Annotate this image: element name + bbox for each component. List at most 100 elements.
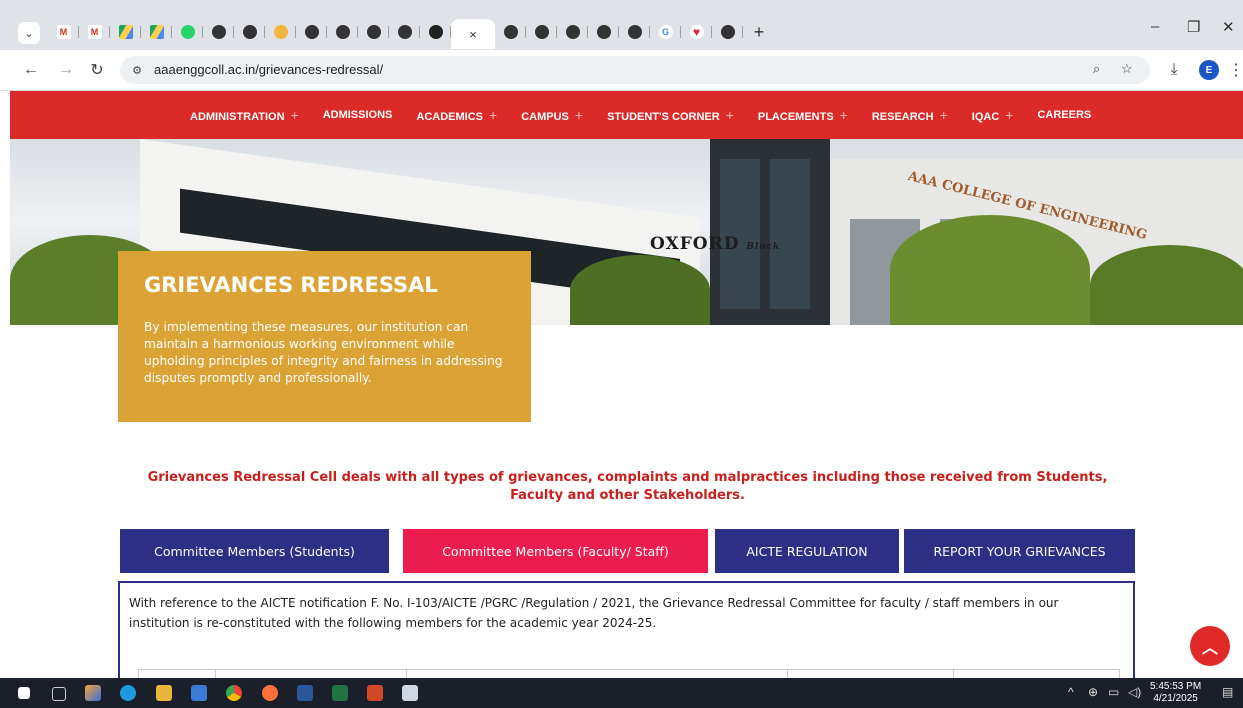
- intro-statement: Grievances Redressal Cell deals with all…: [147, 470, 1108, 503]
- emoji-icon: [273, 25, 288, 39]
- nav-item-label: ACADEMICS: [416, 111, 484, 123]
- nav-item-admissions[interactable]: ADMISSIONS: [323, 109, 393, 121]
- windows-start-icon[interactable]: [18, 687, 30, 699]
- browser-tab[interactable]: [526, 19, 557, 45]
- download-icon[interactable]: ⤓: [1163, 59, 1185, 81]
- oxford-sign-text: OXFORD: [650, 234, 740, 254]
- active-browser-tab[interactable]: ×: [451, 19, 495, 49]
- browser-tab[interactable]: [557, 19, 588, 45]
- site-info-icon[interactable]: ⚙: [128, 61, 146, 79]
- nav-item-iqac[interactable]: IQAC +: [972, 107, 1014, 123]
- notifications-icon[interactable]: ▤: [1222, 685, 1233, 699]
- browser-tab[interactable]: [327, 19, 358, 45]
- reload-icon[interactable]: ↻: [86, 59, 108, 81]
- browser-tab[interactable]: [389, 19, 420, 45]
- expand-plus-icon[interactable]: +: [840, 107, 848, 123]
- chrome-icon[interactable]: [226, 685, 242, 701]
- browser-tab[interactable]: [420, 19, 451, 45]
- browser-tab[interactable]: [296, 19, 327, 45]
- nav-item-student-s-corner[interactable]: STUDENT'S CORNER +: [607, 107, 734, 123]
- tab-search-chevron-down-icon[interactable]: ⌄: [18, 22, 40, 44]
- nav-item-label: CAREERS: [1037, 109, 1092, 121]
- browser-tab[interactable]: [619, 19, 650, 45]
- expand-plus-icon[interactable]: +: [940, 107, 948, 123]
- scroll-to-top-chevron-up-icon[interactable]: ︿: [1190, 626, 1230, 666]
- back-arrow-icon[interactable]: ←: [20, 59, 42, 81]
- window-restore-button[interactable]: ❐: [1187, 18, 1200, 36]
- excel-icon[interactable]: [332, 685, 348, 701]
- url-text[interactable]: aaaenggcoll.ac.in/grievances-redressal/: [154, 62, 383, 77]
- heart-icon: ♥: [689, 25, 704, 39]
- nav-item-research[interactable]: RESEARCH +: [872, 107, 948, 123]
- browser-tab[interactable]: [203, 19, 234, 45]
- nav-item-academics[interactable]: ACADEMICS +: [416, 107, 497, 123]
- tab-committee-faculty-staff[interactable]: Committee Members (Faculty/ Staff): [403, 529, 708, 573]
- browser-tab[interactable]: [141, 19, 172, 45]
- browser-tab[interactable]: [495, 19, 526, 45]
- tab-aicte-regulation[interactable]: AICTE REGULATION: [715, 529, 899, 573]
- nav-item-placements[interactable]: PLACEMENTS +: [758, 107, 848, 123]
- tab-report-grievances[interactable]: REPORT YOUR GRIEVANCES: [904, 529, 1135, 573]
- nav-item-careers[interactable]: CAREERS: [1037, 109, 1091, 121]
- expand-plus-icon[interactable]: +: [575, 107, 583, 123]
- omnibox[interactable]: ⚙ aaaenggcoll.ac.in/grievances-redressal…: [120, 56, 1150, 84]
- openai-icon: [304, 25, 319, 39]
- firefox-icon[interactable]: [262, 685, 278, 701]
- openai-icon: [503, 25, 518, 39]
- nav-item-label: ADMISSIONS: [322, 109, 393, 121]
- openai-icon: [366, 25, 381, 39]
- bookmark-star-icon[interactable]: ☆: [1121, 61, 1133, 77]
- openai-icon: [596, 25, 611, 39]
- openai-icon: [335, 25, 350, 39]
- browser-tab[interactable]: [588, 19, 619, 45]
- tab-label: REPORT YOUR GRIEVANCES: [933, 543, 1106, 559]
- openai-icon: [627, 25, 642, 39]
- language-icon[interactable]: ⊕: [1088, 685, 1098, 699]
- store-icon[interactable]: [191, 685, 207, 701]
- banner-description: By implementing these measures, our inst…: [144, 320, 503, 385]
- oxford-sign-subtext: Block: [746, 242, 781, 252]
- browser-tab[interactable]: M: [79, 19, 110, 45]
- new-tab-plus-icon[interactable]: +: [747, 19, 771, 45]
- browser-tab[interactable]: [234, 19, 265, 45]
- profile-avatar[interactable]: E: [1199, 60, 1219, 80]
- window-minimize-button[interactable]: –: [1151, 18, 1159, 35]
- file-explorer-icon[interactable]: [156, 685, 172, 701]
- windows-taskbar: ^ ⊕ ▭ ◁) 5:45:53 PM 4/21/2025 ▤: [0, 678, 1243, 708]
- forward-arrow-icon[interactable]: →: [55, 59, 77, 81]
- tab-label: AICTE REGULATION: [746, 543, 868, 559]
- nav-item-administration[interactable]: ADMINISTRATION +: [190, 107, 299, 123]
- browser-tab[interactable]: [712, 19, 743, 45]
- tray-chevron-up-icon[interactable]: ^: [1068, 685, 1074, 699]
- volume-icon[interactable]: ◁): [1128, 685, 1141, 699]
- browser-tab[interactable]: ♥: [681, 19, 712, 45]
- document-icon[interactable]: [402, 685, 418, 701]
- nav-item-label: PLACEMENTS: [757, 111, 834, 123]
- camera-icon: [428, 25, 443, 39]
- expand-plus-icon[interactable]: +: [726, 107, 734, 123]
- browser-tab[interactable]: [265, 19, 296, 45]
- task-view-icon[interactable]: [52, 687, 66, 701]
- window-close-button[interactable]: ✕: [1222, 18, 1235, 36]
- nav-item-campus[interactable]: CAMPUS +: [521, 107, 583, 123]
- expand-plus-icon[interactable]: +: [489, 107, 497, 123]
- zoom-icon[interactable]: ⌕: [1093, 61, 1100, 77]
- browser-tab[interactable]: [358, 19, 389, 45]
- tab-list: M M × G ♥ +: [48, 19, 771, 49]
- browser-tab[interactable]: [110, 19, 141, 45]
- tab-committee-students[interactable]: Committee Members (Students): [120, 529, 389, 573]
- browser-tab[interactable]: [172, 19, 203, 45]
- browser-menu-icon[interactable]: ⋮: [1225, 59, 1243, 81]
- browser-tab[interactable]: G: [650, 19, 681, 45]
- expand-plus-icon[interactable]: +: [1005, 107, 1013, 123]
- browser-tab[interactable]: M: [48, 19, 79, 45]
- nav-item-label: IQAC: [971, 111, 1000, 123]
- system-clock[interactable]: 5:45:53 PM 4/21/2025: [1150, 681, 1201, 705]
- expand-plus-icon[interactable]: +: [291, 107, 299, 123]
- word-icon[interactable]: [297, 685, 313, 701]
- copilot-icon[interactable]: [85, 685, 101, 701]
- network-icon[interactable]: ▭: [1108, 685, 1119, 699]
- edge-icon[interactable]: [120, 685, 136, 701]
- close-tab-icon[interactable]: ×: [469, 27, 477, 42]
- powerpoint-icon[interactable]: [367, 685, 383, 701]
